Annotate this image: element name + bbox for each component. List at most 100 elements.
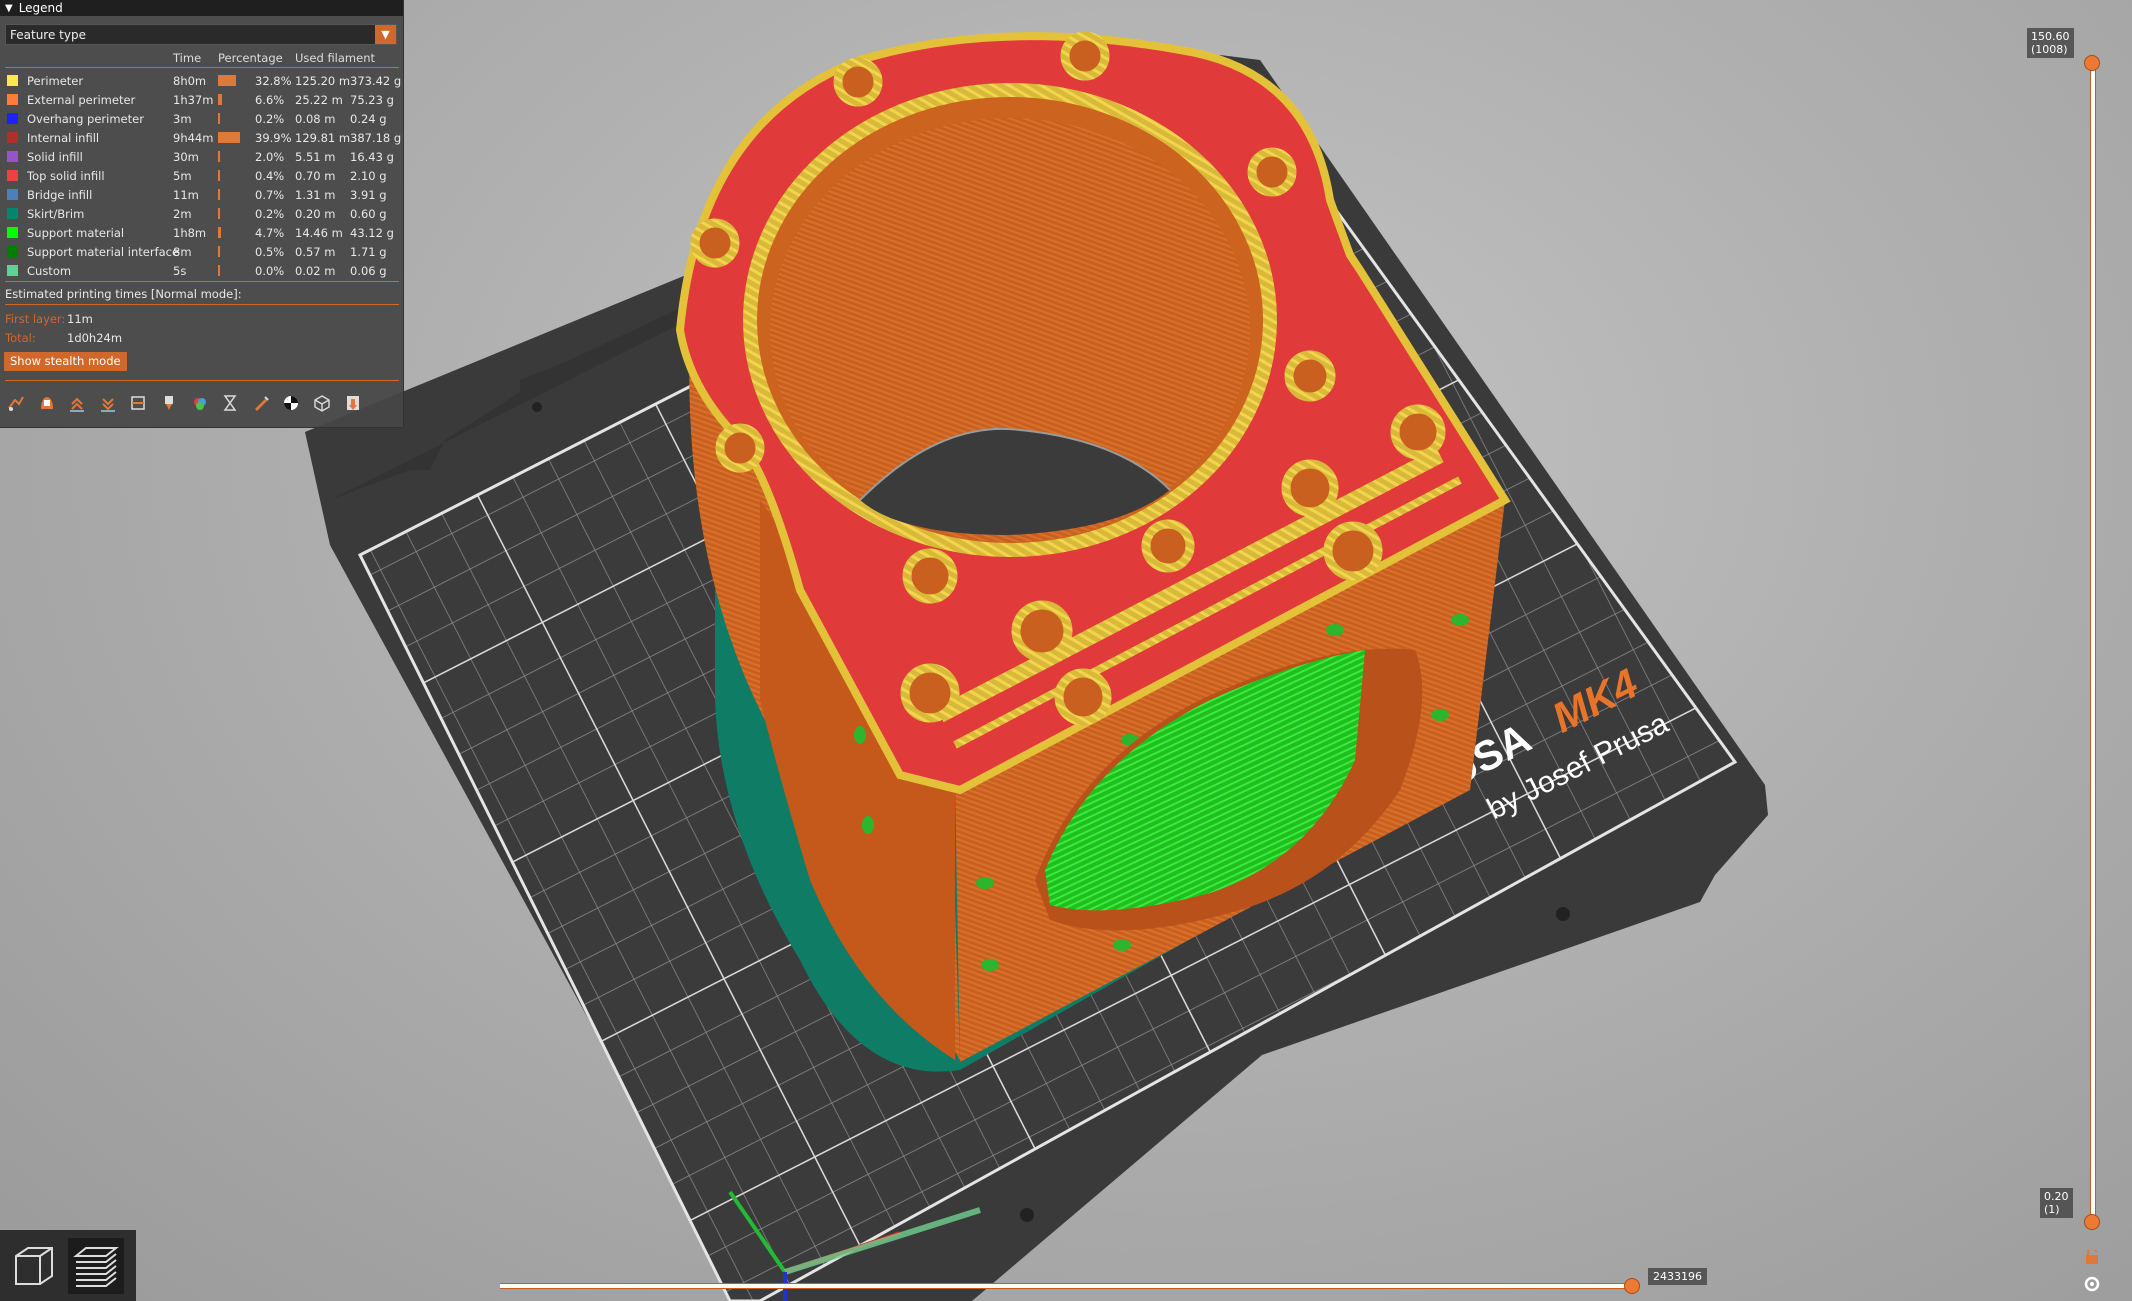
feature-name: Support material (27, 226, 125, 240)
tool-changes-icon[interactable] (159, 393, 179, 413)
feature-name: Bridge infill (27, 188, 93, 202)
first-layer-time: First layer: 11m (5, 312, 93, 326)
feature-weight: 0.24 g (350, 112, 387, 126)
feature-weight: 387.18 g (350, 131, 402, 145)
legend-row[interactable]: Support material interface 8m 0.5% 0.57 m 1.… (0, 243, 403, 262)
feature-weight: 75.23 g (350, 93, 394, 107)
dropdown-arrow-icon[interactable]: ▼ (375, 25, 396, 44)
divider (5, 67, 399, 68)
feature-color-swatch (7, 75, 18, 86)
layer-upper-height: 150.60 (2031, 30, 2070, 43)
color-changes-icon[interactable] (190, 393, 210, 413)
layer-lower-label: 0.20 (1) (2040, 1188, 2073, 1218)
percentage-bar (218, 113, 220, 124)
legend-row[interactable]: Perimeter 8h0m 32.8% 125.20 m 373.42 g (0, 72, 403, 91)
legend-row[interactable]: Solid infill 30m 2.0% 5.51 m 16.43 g (0, 148, 403, 167)
feature-percentage: 0.2% (255, 207, 285, 221)
retractions-icon[interactable] (67, 393, 87, 413)
feature-length: 0.57 m (295, 245, 336, 259)
feature-length: 0.70 m (295, 169, 336, 183)
legend-row[interactable]: External perimeter 1h37m 6.6% 25.22 m 75.23 … (0, 91, 403, 110)
feature-time: 11m (173, 188, 199, 202)
feature-weight: 43.12 g (350, 226, 394, 240)
legend-row[interactable]: Support material 1h8m 4.7% 14.46 m 43.12 g (0, 224, 403, 243)
percentage-bar (218, 265, 220, 276)
feature-color-swatch (7, 113, 18, 124)
moves-slider-track[interactable] (500, 1283, 1632, 1289)
percentage-bar (218, 170, 220, 181)
legend-row[interactable]: Internal infill 9h44m 39.9% 129.81 m 387.18 … (0, 129, 403, 148)
legend-row[interactable]: Skirt/Brim 2m 0.2% 0.20 m 0.60 g (0, 205, 403, 224)
feature-weight: 1.71 g (350, 245, 387, 259)
feature-weight: 0.60 g (350, 207, 387, 221)
legend-toolbar (0, 389, 403, 417)
first-layer-label: First layer: (5, 312, 66, 326)
legend-header[interactable]: ▼ Legend (0, 0, 403, 16)
tool-marker-icon[interactable] (343, 393, 363, 413)
deretractions-icon[interactable] (98, 393, 118, 413)
divider (5, 281, 399, 282)
lock-icon[interactable] (2086, 1247, 2098, 1264)
percentage-bar (218, 227, 221, 238)
preview-layers-icon (73, 1247, 119, 1287)
pause-prints-icon[interactable] (220, 393, 240, 413)
percentage-bar (218, 151, 220, 162)
feature-length: 25.22 m (295, 93, 343, 107)
feature-percentage: 39.9% (255, 131, 292, 145)
seams-icon[interactable] (128, 393, 148, 413)
legend-column-headers: Time Percentage Used filament (0, 51, 403, 65)
percentage-bar (218, 75, 237, 86)
collapse-triangle-icon[interactable]: ▼ (5, 3, 13, 14)
feature-name: Internal infill (27, 131, 100, 145)
feature-name: External perimeter (27, 93, 136, 107)
layer-upper-number: (1008) (2031, 43, 2068, 56)
feature-time: 9h44m (173, 131, 214, 145)
layer-slider-track[interactable] (2090, 62, 2096, 1222)
feature-color-swatch (7, 94, 18, 105)
feature-length: 1.31 m (295, 188, 336, 202)
feature-length: 0.02 m (295, 264, 336, 278)
travel-icon[interactable] (6, 393, 26, 413)
feature-percentage: 32.8% (255, 74, 292, 88)
shells-icon[interactable] (312, 393, 332, 413)
legend-panel: ▼ Legend Feature type ▼ Time Percentage … (0, 0, 404, 428)
feature-length: 0.20 m (295, 207, 336, 221)
feature-name: Custom (27, 264, 72, 278)
3d-view-button[interactable] (6, 1238, 62, 1294)
moves-slider-thumb[interactable] (1624, 1278, 1640, 1294)
feature-color-swatch (7, 151, 18, 162)
legend-title: Legend (18, 1, 63, 15)
feature-color-swatch (7, 170, 18, 181)
preview-button[interactable] (68, 1238, 124, 1294)
feature-weight: 2.10 g (350, 169, 387, 183)
layer-slider[interactable]: 150.60 (1008) 0.20 (1) (2027, 0, 2132, 1301)
layer-upper-label: 150.60 (1008) (2027, 28, 2074, 58)
wipe-icon[interactable] (37, 393, 57, 413)
settings-cog-icon[interactable] (2084, 1276, 2100, 1292)
custom-gcodes-icon[interactable] (251, 393, 271, 413)
view-type-select[interactable]: Feature type ▼ (5, 24, 397, 45)
feature-name: Overhang perimeter (27, 112, 144, 126)
feature-time: 8h0m (173, 74, 207, 88)
feature-percentage: 6.6% (255, 93, 285, 107)
feature-time: 1h37m (173, 93, 214, 107)
center-of-gravity-icon[interactable] (281, 393, 301, 413)
layer-slider-upper-thumb[interactable] (2084, 55, 2100, 71)
feature-color-swatch (7, 189, 18, 200)
legend-row[interactable]: Custom 5s 0.0% 0.02 m 0.06 g (0, 262, 403, 281)
view-type-value: Feature type (10, 27, 86, 42)
feature-length: 125.20 m (295, 74, 351, 88)
feature-percentage: 2.0% (255, 150, 285, 164)
show-stealth-mode-button[interactable]: Show stealth mode (4, 352, 127, 371)
percentage-bar (218, 132, 240, 143)
col-time: Time (173, 51, 202, 65)
legend-row[interactable]: Overhang perimeter 3m 0.2% 0.08 m 0.24 g (0, 110, 403, 129)
legend-row[interactable]: Top solid infill 5m 0.4% 0.70 m 2.10 g (0, 167, 403, 186)
feature-length: 14.46 m (295, 226, 343, 240)
layer-slider-lower-thumb[interactable] (2084, 1214, 2100, 1230)
percentage-bar (218, 246, 220, 257)
feature-color-swatch (7, 208, 18, 219)
legend-row[interactable]: Bridge infill 11m 0.7% 1.31 m 3.91 g (0, 186, 403, 205)
feature-time: 1h8m (173, 226, 207, 240)
feature-time: 8m (173, 245, 192, 259)
